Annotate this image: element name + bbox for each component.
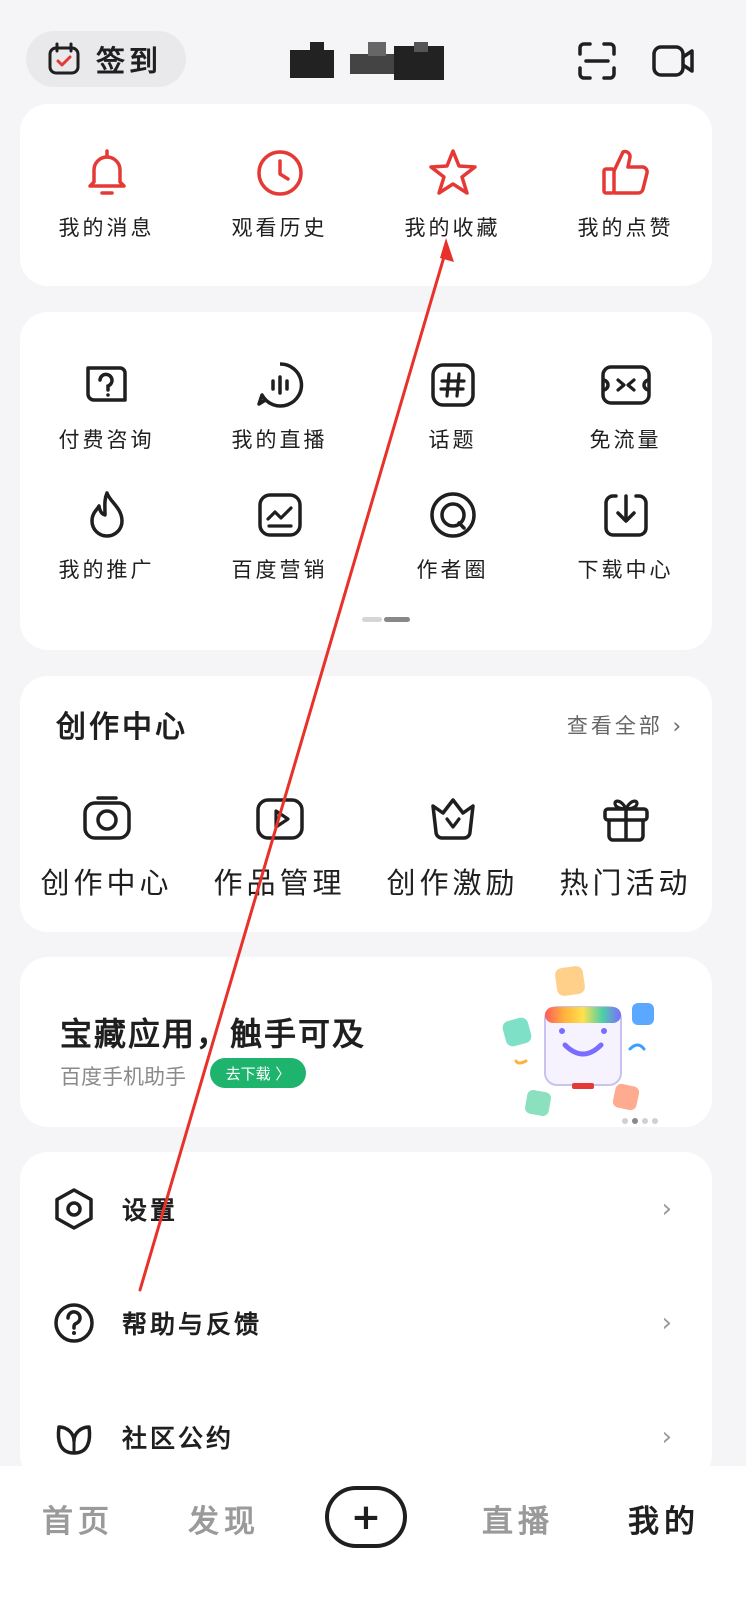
list-item-label: 帮助与反馈	[122, 1310, 263, 1339]
username-masked	[290, 42, 445, 80]
quick-actions-card: 我的消息 观看历史 我的收藏 我的点赞	[20, 104, 712, 286]
list-item-label: 设置	[122, 1196, 179, 1225]
chevron-right-icon: ›	[661, 1422, 672, 1452]
creation-center-card: 创作中心 查看全部 › 创作中心 作品管理 创作激励 热门活动	[20, 676, 712, 932]
bottom-tab-bar: 首页 发现 + 直播 我的	[0, 1466, 746, 1600]
see-all-link[interactable]: 查看全部 ›	[567, 710, 684, 740]
promo-subtitle: 百度手机助手	[60, 1065, 186, 1089]
checkin-calendar-icon	[48, 42, 80, 75]
thumbs-up-icon	[601, 149, 649, 195]
creation-item-works[interactable]: 作品管理	[193, 792, 366, 902]
video-play-icon	[255, 798, 304, 840]
tool-free-data[interactable]: 免流量	[539, 358, 712, 454]
scan-icon[interactable]	[574, 38, 620, 84]
quick-action-favorites[interactable]: 我的收藏	[366, 146, 539, 242]
quick-action-label: 我的点赞	[577, 216, 674, 240]
tools-card: 付费咨询 我的直播 话题 免流量 我的推广 百度营销 作者圈 下载中心	[20, 312, 712, 650]
quick-action-label: 我的消息	[58, 216, 155, 240]
tool-label: 作者圈	[416, 558, 489, 582]
tool-label: 我的推广	[58, 558, 155, 582]
star-icon	[428, 149, 477, 195]
gift-icon	[602, 799, 649, 842]
app-store-illustration	[502, 966, 654, 1116]
list-item-help-feedback[interactable]: 帮助与反馈 ›	[20, 1266, 712, 1380]
author-circle-icon	[429, 492, 476, 538]
tool-label: 付费咨询	[58, 428, 155, 452]
flame-icon	[89, 491, 124, 538]
quick-action-history[interactable]: 观看历史	[193, 146, 366, 242]
checkin-button[interactable]: 签到	[26, 31, 186, 87]
chevron-right-icon: ›	[661, 1194, 672, 1224]
tool-my-live[interactable]: 我的直播	[193, 358, 366, 454]
tool-download-center[interactable]: 下载中心	[539, 488, 712, 584]
quick-action-messages[interactable]: 我的消息	[20, 146, 193, 242]
help-icon	[54, 1303, 94, 1343]
clock-icon	[256, 150, 303, 196]
creation-item-label: 创作中心	[40, 866, 173, 900]
creation-item-events[interactable]: 热门活动	[539, 792, 712, 902]
chevron-right-icon: ›	[672, 714, 684, 738]
carousel-dots	[622, 1109, 662, 1128]
tool-baidu-marketing[interactable]: 百度营销	[193, 488, 366, 584]
chevron-right-icon: ›	[661, 1308, 672, 1338]
tab-home[interactable]: 首页	[42, 1496, 114, 1541]
creation-item-center[interactable]: 创作中心	[20, 792, 193, 902]
quick-action-label: 我的收藏	[404, 216, 501, 240]
tool-author-circle[interactable]: 作者圈	[366, 488, 539, 584]
creation-item-incentive[interactable]: 创作激励	[366, 792, 539, 902]
tab-me[interactable]: 我的	[628, 1496, 700, 1541]
video-camera-icon[interactable]	[650, 38, 696, 84]
tool-label: 百度营销	[231, 558, 328, 582]
page-indicator	[362, 617, 410, 622]
promo-title: 宝藏应用，触手可及	[60, 1015, 367, 1053]
marketing-icon	[257, 493, 302, 537]
list-item-label: 社区公约	[122, 1424, 235, 1453]
download-icon	[603, 494, 648, 537]
list-item-settings[interactable]: 设置 ›	[20, 1152, 712, 1266]
tool-label: 我的直播	[231, 428, 328, 452]
creation-item-label: 创作激励	[386, 866, 519, 900]
tool-topics[interactable]: 话题	[366, 358, 539, 454]
paid-consult-icon	[85, 366, 127, 402]
promo-banner[interactable]: 宝藏应用，触手可及 百度手机助手 去下载 〉	[20, 957, 712, 1127]
hashtag-icon	[430, 363, 475, 407]
see-all-label: 查看全部	[566, 714, 663, 738]
tool-paid-consult[interactable]: 付费咨询	[20, 358, 193, 454]
top-bar: 签到	[0, 0, 746, 110]
creation-item-label: 热门活动	[559, 866, 692, 900]
quick-action-label: 观看历史	[231, 216, 328, 240]
bell-icon	[87, 149, 126, 195]
tool-label: 免流量	[589, 428, 662, 452]
plus-icon: +	[350, 1496, 382, 1538]
promo-download-button[interactable]: 去下载 〉	[210, 1058, 306, 1088]
free-data-icon	[600, 365, 651, 405]
tool-label: 话题	[428, 428, 477, 452]
tool-promotion[interactable]: 我的推广	[20, 488, 193, 584]
settings-hexagon-icon	[55, 1188, 93, 1230]
tab-live[interactable]: 直播	[482, 1496, 554, 1541]
creation-center-title: 创作中心	[56, 710, 188, 745]
tab-discover[interactable]: 发现	[188, 1496, 260, 1541]
tool-label: 下载中心	[577, 558, 674, 582]
creation-item-label: 作品管理	[213, 866, 346, 900]
crown-icon	[430, 798, 475, 840]
checkin-label: 签到	[96, 44, 163, 78]
community-leaf-icon	[56, 1425, 92, 1455]
quick-action-likes[interactable]: 我的点赞	[539, 146, 712, 242]
settings-list-card: 设置 › 帮助与反馈 › 社区公约 ›	[20, 1152, 712, 1482]
live-icon	[256, 362, 303, 408]
camera-icon	[82, 796, 131, 840]
create-plus-button[interactable]: +	[325, 1486, 407, 1548]
